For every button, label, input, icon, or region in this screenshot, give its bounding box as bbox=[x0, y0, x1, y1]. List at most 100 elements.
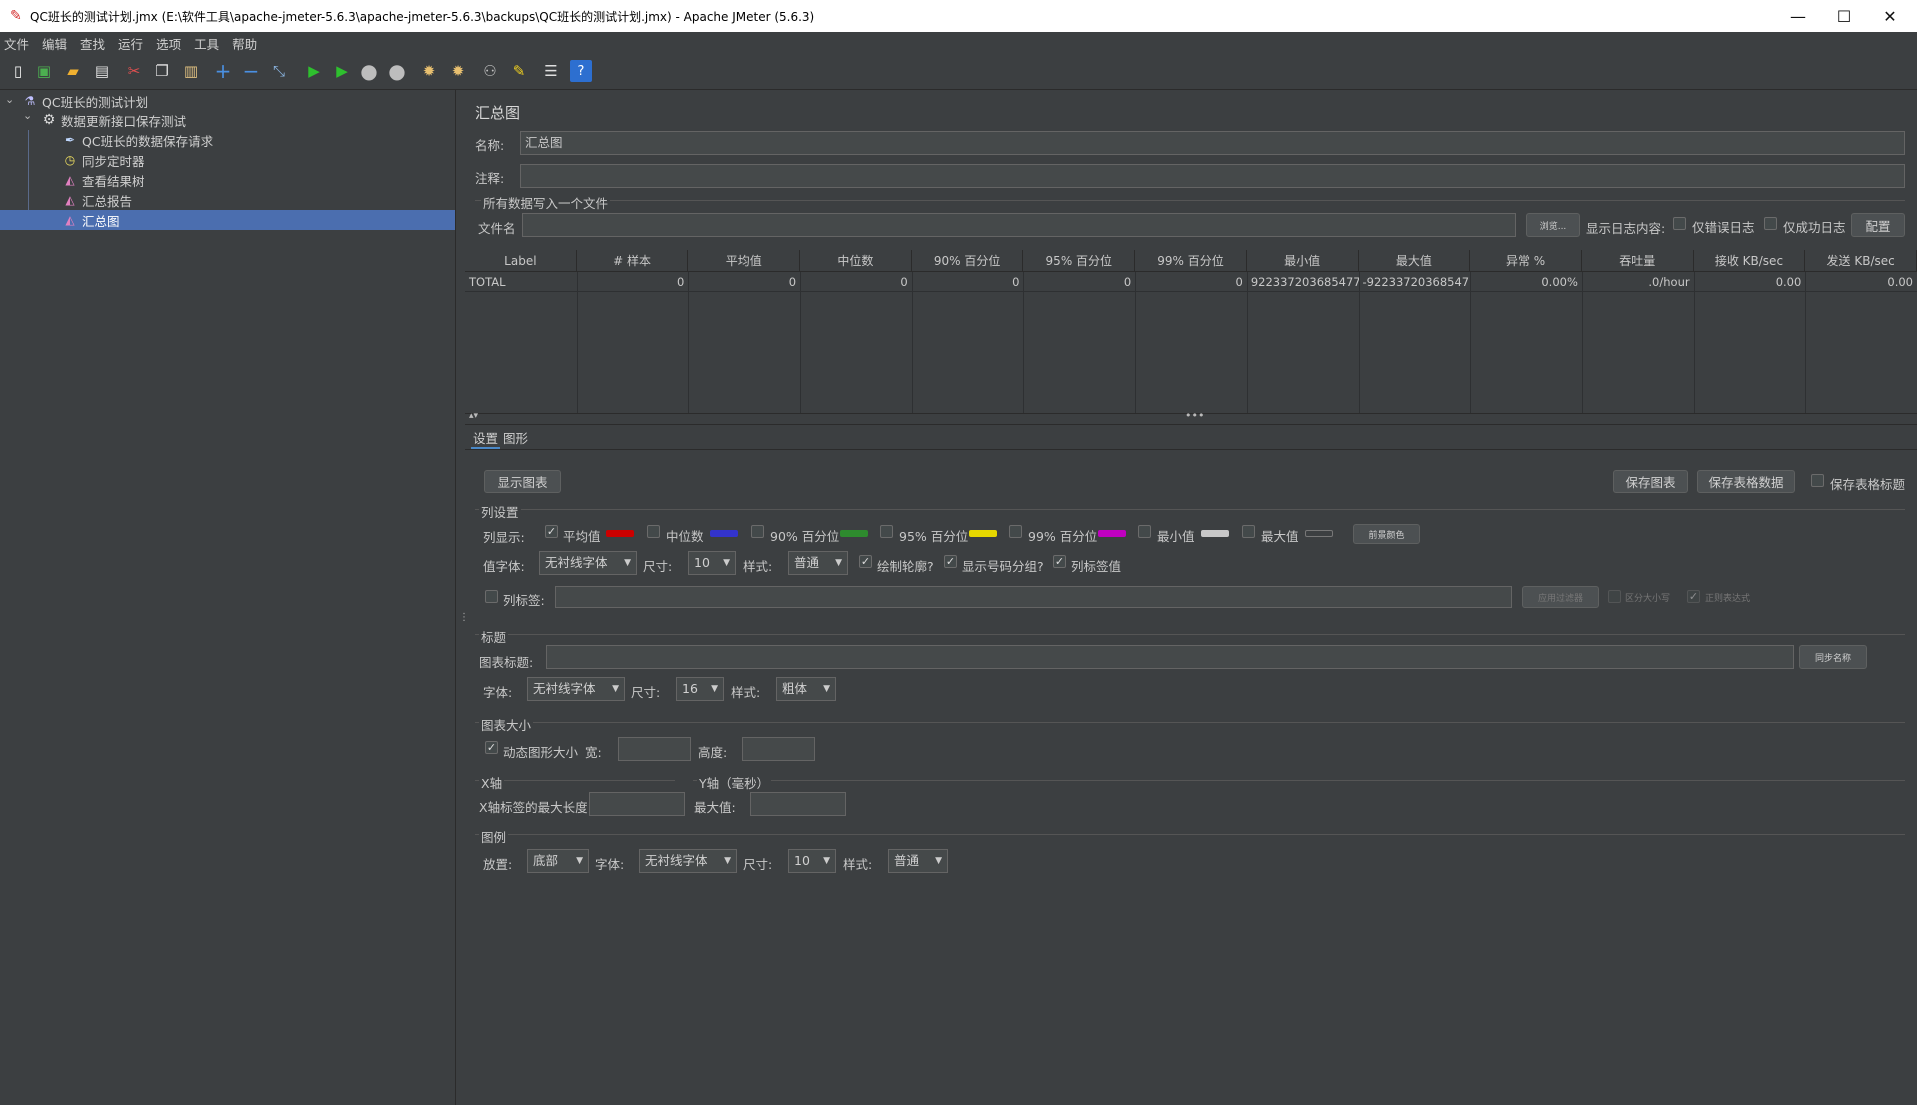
help-icon[interactable]: ? bbox=[570, 60, 592, 82]
table-header-cell[interactable]: 中位数 bbox=[800, 250, 912, 272]
table-cell[interactable]: 0 bbox=[688, 273, 800, 291]
x-max-length-field[interactable] bbox=[589, 792, 685, 816]
dynamic-size-checkbox[interactable]: ✓ bbox=[485, 741, 498, 754]
menu-help[interactable]: 帮助 bbox=[232, 34, 257, 53]
table-header-cell[interactable]: 99% 百分位 bbox=[1135, 250, 1247, 272]
width-field[interactable] bbox=[618, 737, 691, 761]
success-only-checkbox[interactable] bbox=[1764, 217, 1777, 230]
value-font-select[interactable]: 无衬线字体 ▼ bbox=[539, 551, 637, 575]
regex-checkbox[interactable]: ✓ bbox=[1687, 590, 1700, 603]
tab-settings[interactable]: 设置 bbox=[471, 428, 501, 449]
comment-field[interactable] bbox=[520, 164, 1905, 188]
menu-run[interactable]: 运行 bbox=[118, 34, 143, 53]
table-header-cell[interactable]: 平均值 bbox=[688, 250, 801, 272]
table-cell[interactable]: .0/hour bbox=[1582, 273, 1694, 291]
column-median-checkbox[interactable] bbox=[647, 525, 660, 538]
start-no-pause-icon[interactable]: ▶ bbox=[331, 60, 353, 82]
paste-icon[interactable]: ▥ bbox=[180, 60, 202, 82]
new-icon[interactable]: ▯ bbox=[7, 60, 29, 82]
cut-icon[interactable]: ✂ bbox=[123, 60, 145, 82]
apply-filter-button[interactable]: 应用过滤器 bbox=[1522, 586, 1599, 608]
search-icon[interactable]: ⚇ bbox=[479, 60, 501, 82]
table-header-cell[interactable]: # 样本 bbox=[576, 250, 689, 272]
chevron-down-icon[interactable]: ⌄ bbox=[5, 93, 14, 106]
tab-graph[interactable]: 图形 bbox=[503, 428, 528, 447]
menu-options[interactable]: 选项 bbox=[156, 34, 181, 53]
column-label-filter-field[interactable] bbox=[555, 586, 1512, 608]
draw-outline-checkbox[interactable]: ✓ bbox=[859, 555, 872, 568]
table-header-cell[interactable]: 异常 % bbox=[1470, 250, 1582, 272]
title-font-select[interactable]: 无衬线字体 ▼ bbox=[527, 677, 625, 701]
table-cell[interactable]: 0.00% bbox=[1470, 273, 1582, 291]
tree-node-thread-group[interactable]: ⚙ 数据更新接口保存测试 bbox=[41, 110, 186, 130]
menu-file[interactable]: 文件 bbox=[4, 34, 29, 53]
sync-name-button[interactable]: 同步名称 bbox=[1799, 645, 1867, 669]
close-button[interactable]: ✕ bbox=[1867, 0, 1913, 32]
chart-title-field[interactable] bbox=[546, 645, 1794, 669]
maximize-button[interactable]: ☐ bbox=[1821, 0, 1867, 32]
save-table-header-checkbox[interactable] bbox=[1811, 474, 1824, 487]
table-cell[interactable]: 0 bbox=[577, 273, 689, 291]
table-header-cell[interactable]: 95% 百分位 bbox=[1023, 250, 1136, 272]
save-table-data-button[interactable]: 保存表格数据 bbox=[1697, 470, 1795, 493]
table-header-cell[interactable]: 90% 百分位 bbox=[911, 250, 1024, 272]
column-99-checkbox[interactable] bbox=[1009, 525, 1022, 538]
split-divider[interactable]: ▴▾ ••• bbox=[465, 409, 1917, 425]
table-cell[interactable]: 0 bbox=[912, 273, 1024, 291]
tree-node-view-results-tree[interactable]: ◭ 查看结果树 bbox=[62, 170, 144, 190]
y-max-field[interactable] bbox=[750, 792, 846, 816]
browse-button[interactable]: 浏览... bbox=[1526, 213, 1580, 237]
menu-tools[interactable]: 工具 bbox=[194, 34, 219, 53]
number-grouping-checkbox[interactable]: ✓ bbox=[944, 555, 957, 568]
clear-icon[interactable]: ✹ bbox=[418, 60, 440, 82]
tree-node-aggregate-graph[interactable]: ◭ 汇总图 bbox=[0, 210, 455, 230]
menu-edit[interactable]: 编辑 bbox=[42, 34, 67, 53]
shutdown-icon[interactable]: ● bbox=[386, 59, 408, 83]
table-header-cell[interactable]: 接收 KB/sec bbox=[1693, 250, 1806, 272]
toggle-icon[interactable]: ⤡ bbox=[268, 60, 290, 82]
value-size-select[interactable]: 10 ▼ bbox=[688, 551, 736, 575]
column-95-checkbox[interactable] bbox=[880, 525, 893, 538]
table-cell[interactable]: 0.00 bbox=[1805, 273, 1917, 291]
table-cell[interactable]: 0 bbox=[1135, 273, 1247, 291]
drag-handle-icon[interactable]: ••• bbox=[1185, 409, 1204, 422]
legend-placement-select[interactable]: 底部 ▼ bbox=[527, 849, 589, 873]
tree-node-sync-timer[interactable]: ◷ 同步定时器 bbox=[62, 150, 145, 170]
column-max-checkbox[interactable] bbox=[1242, 525, 1255, 538]
splitter-handle-icon[interactable]: ⋮ bbox=[459, 613, 469, 623]
open-icon[interactable]: ▰ bbox=[62, 60, 84, 82]
bar-color-button[interactable]: 前景颜色 bbox=[1353, 524, 1420, 544]
menu-search[interactable]: 查找 bbox=[80, 34, 105, 53]
name-field[interactable]: 汇总图 bbox=[520, 131, 1905, 155]
errors-only-checkbox[interactable] bbox=[1673, 217, 1686, 230]
height-field[interactable] bbox=[742, 737, 815, 761]
table-header-cell[interactable]: 吞吐量 bbox=[1581, 250, 1694, 272]
legend-style-select[interactable]: 普通 ▼ bbox=[888, 849, 948, 873]
title-size-select[interactable]: 16 ▼ bbox=[676, 677, 724, 701]
table-cell[interactable]: 0 bbox=[800, 273, 912, 291]
collapse-arrows-icon[interactable]: ▴▾ bbox=[469, 411, 478, 421]
tree-node-summary-report[interactable]: ◭ 汇总报告 bbox=[62, 190, 132, 210]
save-icon[interactable]: ▤ bbox=[91, 60, 113, 82]
collapse-icon[interactable]: − bbox=[240, 59, 262, 83]
start-icon[interactable]: ▶ bbox=[303, 60, 325, 82]
table-header-cell[interactable]: 最大值 bbox=[1358, 250, 1471, 272]
title-style-select[interactable]: 粗体 ▼ bbox=[776, 677, 836, 701]
templates-icon[interactable]: ▣ bbox=[33, 60, 55, 82]
column-average-checkbox[interactable]: ✓ bbox=[545, 525, 558, 538]
expand-icon[interactable]: + bbox=[212, 59, 234, 83]
copy-icon[interactable]: ❐ bbox=[151, 60, 173, 82]
table-cell[interactable]: 922337203685477... bbox=[1247, 273, 1359, 291]
table-header-cell[interactable]: 最小值 bbox=[1246, 250, 1359, 272]
clear-all-icon[interactable]: ✹ bbox=[447, 60, 469, 82]
chevron-down-icon[interactable]: ⌄ bbox=[23, 109, 32, 122]
table-header-cell[interactable]: 发送 KB/sec bbox=[1805, 250, 1917, 272]
table-cell[interactable]: -92233720368547... bbox=[1359, 273, 1471, 291]
legend-size-select[interactable]: 10 ▼ bbox=[788, 849, 836, 873]
filename-field[interactable] bbox=[522, 213, 1516, 237]
table-header-cell[interactable]: Label bbox=[465, 250, 577, 272]
case-sensitive-checkbox[interactable] bbox=[1608, 590, 1621, 603]
save-graph-button[interactable]: 保存图表 bbox=[1613, 470, 1688, 493]
value-style-select[interactable]: 普通 ▼ bbox=[788, 551, 848, 575]
tree-node-http-request[interactable]: ✒ QC班长的数据保存请求 bbox=[62, 130, 213, 150]
